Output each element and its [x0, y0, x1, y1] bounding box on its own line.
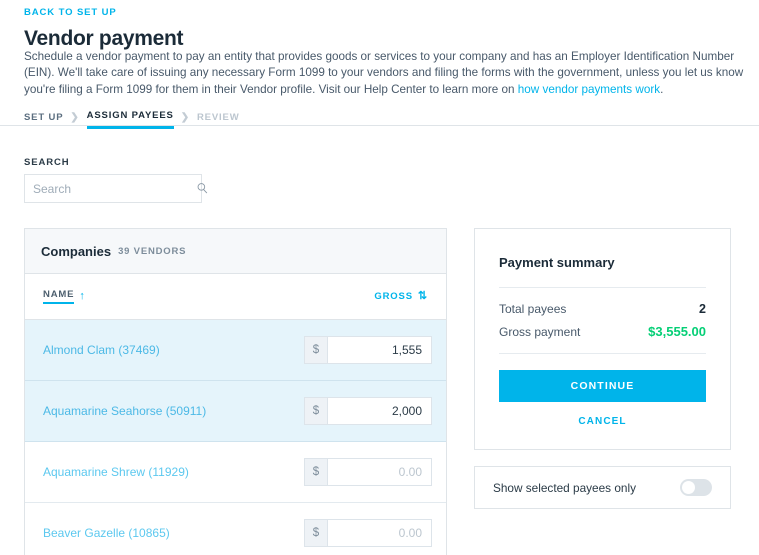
sort-by-gross-button[interactable]: GROSS ⇅: [374, 290, 428, 303]
vendor-name-link[interactable]: Almond Clam (37469): [43, 343, 160, 357]
currency-prefix: $: [304, 519, 327, 547]
companies-column-headers: NAME ↑ GROSS ⇅: [25, 274, 446, 320]
arrow-up-icon: ↑: [79, 290, 86, 302]
header-divider: [0, 125, 759, 126]
total-payees-row: Total payees 2: [499, 302, 706, 316]
show-selected-payees-label: Show selected payees only: [493, 480, 636, 495]
currency-prefix: $: [304, 336, 327, 364]
sort-by-name-button[interactable]: NAME ↑: [43, 289, 86, 304]
table-row[interactable]: Almond Clam (37469) $: [25, 320, 446, 381]
amount-input[interactable]: [327, 519, 432, 547]
companies-card: Companies 39 VENDORS NAME ↑ GROSS ⇅ Almo…: [24, 228, 447, 555]
search-box[interactable]: [24, 174, 208, 203]
search-input[interactable]: [25, 175, 196, 202]
table-row[interactable]: Beaver Gazelle (10865) $: [25, 503, 446, 555]
currency-prefix: $: [304, 397, 327, 425]
currency-prefix: $: [304, 458, 327, 486]
amount-input[interactable]: [327, 336, 432, 364]
page-description-period: .: [660, 82, 664, 96]
breadcrumb: SET UP ❯ ASSIGN PAYEES ❯ REVIEW: [24, 110, 240, 129]
show-selected-payees-toggle[interactable]: [680, 479, 712, 496]
total-payees-label: Total payees: [499, 302, 567, 316]
vendor-name-link[interactable]: Aquamarine Shrew (11929): [43, 465, 189, 479]
cancel-button[interactable]: CANCEL: [499, 416, 706, 427]
arrows-up-down-icon: ⇅: [417, 290, 428, 302]
show-selected-payees-card: Show selected payees only: [474, 466, 731, 509]
table-row[interactable]: Aquamarine Shrew (11929) $: [25, 442, 446, 503]
page-description: Schedule a vendor payment to pay an enti…: [24, 49, 746, 98]
summary-divider-top: [499, 287, 706, 288]
companies-card-header: Companies 39 VENDORS: [25, 229, 446, 274]
summary-divider-bottom: [499, 353, 706, 354]
gross-payment-row: Gross payment $3,555.00: [499, 324, 706, 339]
search-label: SEARCH: [24, 157, 70, 168]
search-icon[interactable]: [196, 182, 209, 195]
amount-input[interactable]: [327, 458, 432, 486]
amount-field[interactable]: $: [304, 397, 432, 425]
back-to-set-up-link[interactable]: BACK TO SET UP: [24, 7, 117, 18]
amount-field[interactable]: $: [304, 336, 432, 364]
amount-field[interactable]: $: [304, 519, 432, 547]
payment-summary-card: Payment summary Total payees 2 Gross pay…: [474, 228, 731, 450]
vendor-name-link[interactable]: Aquamarine Seahorse (50911): [43, 404, 206, 418]
vendor-payment-page: BACK TO SET UP Vendor payment Schedule a…: [0, 0, 759, 555]
companies-vendor-count: 39 VENDORS: [118, 245, 187, 257]
vendor-name-link[interactable]: Beaver Gazelle (10865): [43, 526, 170, 540]
page-title: Vendor payment: [24, 27, 184, 50]
companies-title: Companies: [41, 243, 112, 259]
column-header-gross: GROSS: [374, 291, 413, 302]
continue-button[interactable]: CONTINUE: [499, 370, 706, 402]
toggle-knob: [682, 481, 695, 494]
total-payees-value: 2: [699, 302, 706, 316]
table-row[interactable]: Aquamarine Seahorse (50911) $: [25, 381, 446, 442]
gross-payment-label: Gross payment: [499, 325, 581, 339]
amount-input[interactable]: [327, 397, 432, 425]
payment-summary-title: Payment summary: [499, 255, 615, 270]
how-vendor-payments-work-link[interactable]: how vendor payments work: [518, 83, 660, 96]
gross-payment-value: $3,555.00: [648, 324, 706, 339]
column-header-name: NAME: [43, 289, 75, 304]
amount-field[interactable]: $: [304, 458, 432, 486]
step-assign-payees[interactable]: ASSIGN PAYEES: [86, 110, 174, 129]
